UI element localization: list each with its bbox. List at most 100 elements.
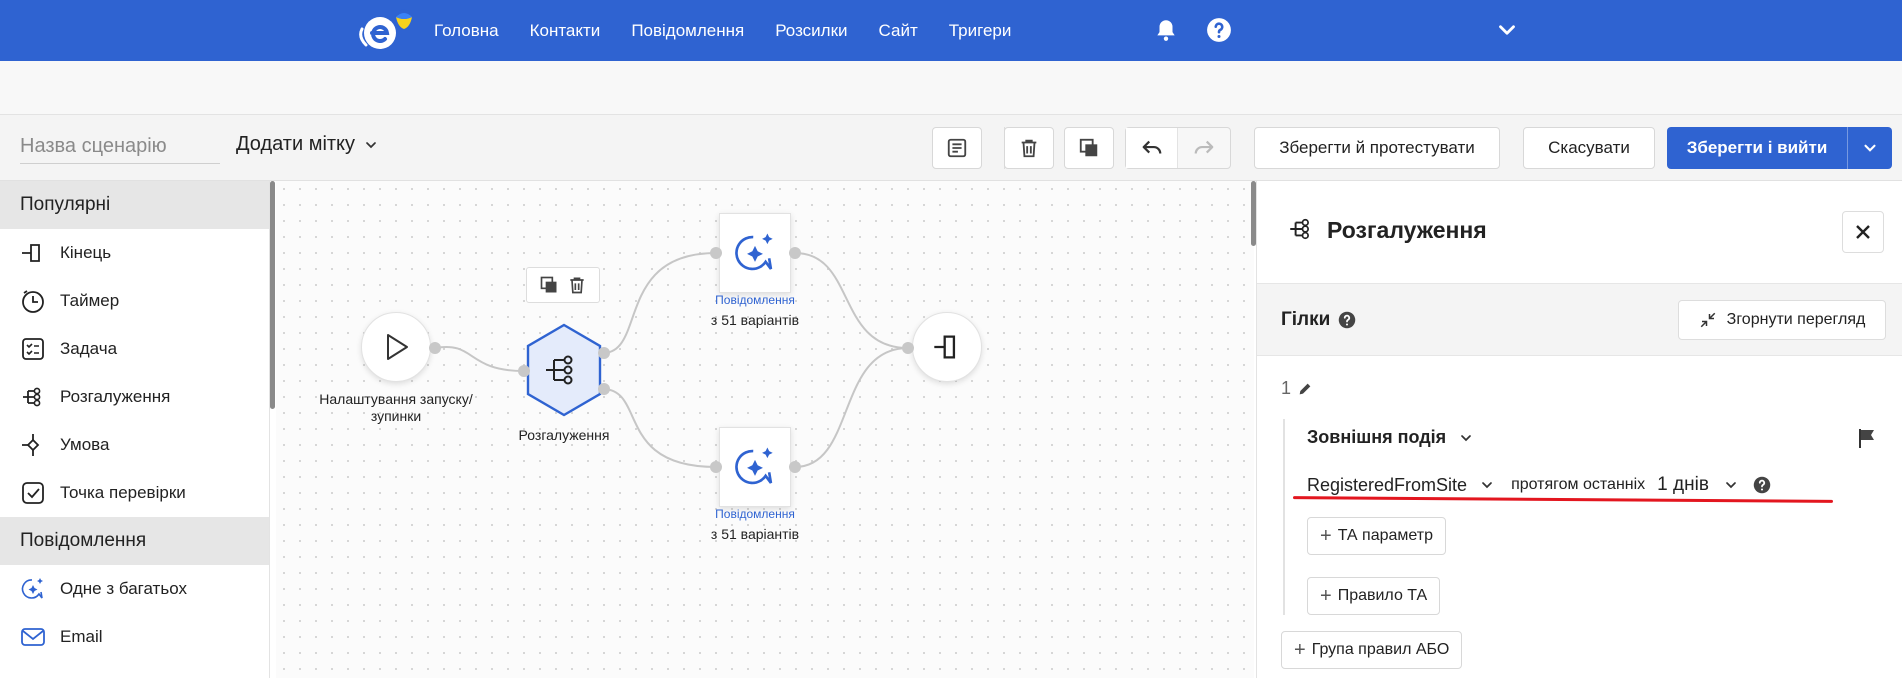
top-navbar: Головна Контакти Повідомлення Розсилки С… [0, 0, 1902, 61]
palette-item-label: Задача [60, 339, 118, 358]
message-top-variants: з 51 варіантів [710, 312, 800, 328]
event-condition-row: RegisteredFromSite протягом останніх 1 д… [1307, 474, 1771, 496]
palette-item-checkpoint[interactable]: Точка перевірки [0, 469, 269, 517]
palette-item-label: Точка перевірки [60, 483, 186, 502]
end-node[interactable] [912, 312, 982, 382]
nav-contacts[interactable]: Контакти [530, 21, 601, 41]
help-icon[interactable] [1206, 17, 1232, 43]
palette-item-email[interactable]: Email [0, 613, 269, 661]
plus-icon: + [1294, 639, 1306, 661]
checkpoint-icon [22, 482, 44, 504]
palette-item-timer[interactable]: Таймер [0, 277, 269, 325]
branches-title: Гілки [1281, 309, 1356, 331]
help-icon[interactable] [1753, 476, 1771, 494]
add-and-rule-button[interactable]: + Правило ТА [1307, 577, 1441, 615]
collapse-icon [1700, 312, 1715, 328]
ai-message-icon [735, 233, 773, 271]
palette-item-label: Одне з багатьох [60, 579, 187, 598]
help-icon[interactable] [1338, 311, 1356, 329]
copy-icon[interactable] [539, 275, 559, 295]
palette-item-label: Розгалуження [60, 387, 171, 406]
message-bottom-output-port[interactable] [789, 461, 801, 473]
end-icon [934, 335, 956, 359]
redo-button[interactable] [1178, 128, 1230, 168]
add-or-group-label: Група правил АБО [1311, 641, 1450, 658]
collapse-view-button[interactable]: Згорнути перегляд [1678, 300, 1886, 340]
message-top-input-port[interactable] [710, 247, 722, 259]
event-name-select[interactable]: RegisteredFromSite [1307, 475, 1467, 496]
rule-group-line [1283, 419, 1285, 615]
nav-home[interactable]: Головна [434, 21, 499, 41]
condition-icon [22, 434, 40, 456]
task-icon [22, 338, 44, 360]
nav-triggers[interactable]: Тригери [949, 21, 1012, 41]
nav-site[interactable]: Сайт [879, 21, 918, 41]
message-bottom-input-port[interactable] [710, 461, 722, 473]
palette-item-condition[interactable]: Умова [0, 421, 269, 469]
message-node-bottom[interactable] [719, 427, 791, 507]
notes-button[interactable] [932, 127, 982, 169]
copy-button[interactable] [1064, 127, 1114, 169]
branch-header: 1 [1281, 378, 1313, 399]
save-options-dropdown[interactable] [1847, 127, 1892, 169]
split-node-input-port[interactable] [518, 365, 530, 377]
section-popular[interactable]: Популярні [0, 181, 269, 229]
section-messages[interactable]: Повідомлення [0, 517, 269, 565]
end-node-input-port[interactable] [902, 342, 914, 354]
panel-title: Розгалуження [1327, 217, 1487, 243]
scenario-name-input[interactable] [20, 130, 220, 164]
palette-item-one-of-many[interactable]: Одне з багатьох [0, 565, 269, 613]
start-node[interactable] [361, 312, 431, 382]
split-node-output-port-2[interactable] [598, 383, 610, 395]
split-node[interactable] [524, 322, 604, 418]
timer-icon [22, 290, 44, 313]
message-bottom-type: Повідомлення [715, 507, 795, 521]
save-and-exit-button[interactable]: Зберегти і вийти [1667, 127, 1892, 169]
sidebar-scrollbar[interactable] [270, 181, 275, 409]
save-and-exit-label[interactable]: Зберегти і вийти [1667, 127, 1847, 169]
period-value-select[interactable]: 1 днів [1657, 474, 1709, 496]
split-node-label: Розгалуження [518, 427, 610, 443]
node-settings-panel: Розгалуження Гілки Згорнути перегляд 1 З… [1256, 181, 1902, 678]
palette-item-split[interactable]: Розгалуження [0, 373, 269, 421]
undo-button[interactable] [1126, 128, 1179, 168]
message-node-top[interactable] [719, 213, 791, 293]
add-or-group-button[interactable]: + Група правил АБО [1281, 631, 1463, 669]
palette-item-label: Таймер [60, 291, 120, 310]
message-top-output-port[interactable] [789, 247, 801, 259]
palette-item-label: Кінець [60, 243, 112, 262]
event-type-dropdown[interactable]: Зовнішня подія [1307, 427, 1474, 448]
start-node-output-port[interactable] [429, 342, 441, 354]
nav-messages[interactable]: Повідомлення [631, 21, 744, 41]
node-palette-sidebar: Популярні Кінець Таймер Задача Розгалуже… [0, 181, 270, 678]
redo-icon [1194, 140, 1214, 154]
chevron-down-icon [1461, 434, 1472, 441]
chevron-down-icon[interactable] [1479, 477, 1495, 493]
bell-icon[interactable] [1153, 17, 1179, 43]
period-prefix: протягом останніх [1511, 476, 1646, 493]
split-node-output-port-1[interactable] [598, 347, 610, 359]
chevron-down-icon[interactable] [1494, 17, 1520, 43]
ai-message-icon [21, 578, 43, 599]
collapse-view-label: Згорнути перегляд [1726, 311, 1866, 328]
close-panel-button[interactable] [1842, 211, 1884, 253]
app-logo-icon[interactable] [358, 9, 418, 53]
chevron-down-icon[interactable] [1723, 477, 1739, 493]
sub-header [0, 61, 1902, 115]
nav-mailings[interactable]: Розсилки [775, 21, 847, 41]
palette-item-label: Умова [60, 435, 110, 454]
add-and-parameter-button[interactable]: + ТА параметр [1307, 517, 1446, 555]
pencil-icon[interactable] [1297, 381, 1313, 397]
save-and-test-button[interactable]: Зберегти й протестувати [1254, 127, 1500, 169]
palette-item-task[interactable]: Задача [0, 325, 269, 373]
trash-icon[interactable] [567, 275, 587, 295]
add-tag-dropdown[interactable]: Додати мітку [236, 133, 379, 156]
flag-icon[interactable] [1857, 427, 1877, 449]
delete-button[interactable] [1004, 127, 1054, 169]
message-bottom-variants: з 51 варіантів [710, 526, 800, 542]
cancel-button[interactable]: Скасувати [1523, 127, 1655, 169]
palette-item-end[interactable]: Кінець [0, 229, 269, 277]
trash-icon [1021, 139, 1037, 158]
flow-canvas[interactable]: Налаштування запуску/зупинки Розгалуженн… [276, 181, 1254, 678]
undo-icon [1142, 140, 1161, 154]
